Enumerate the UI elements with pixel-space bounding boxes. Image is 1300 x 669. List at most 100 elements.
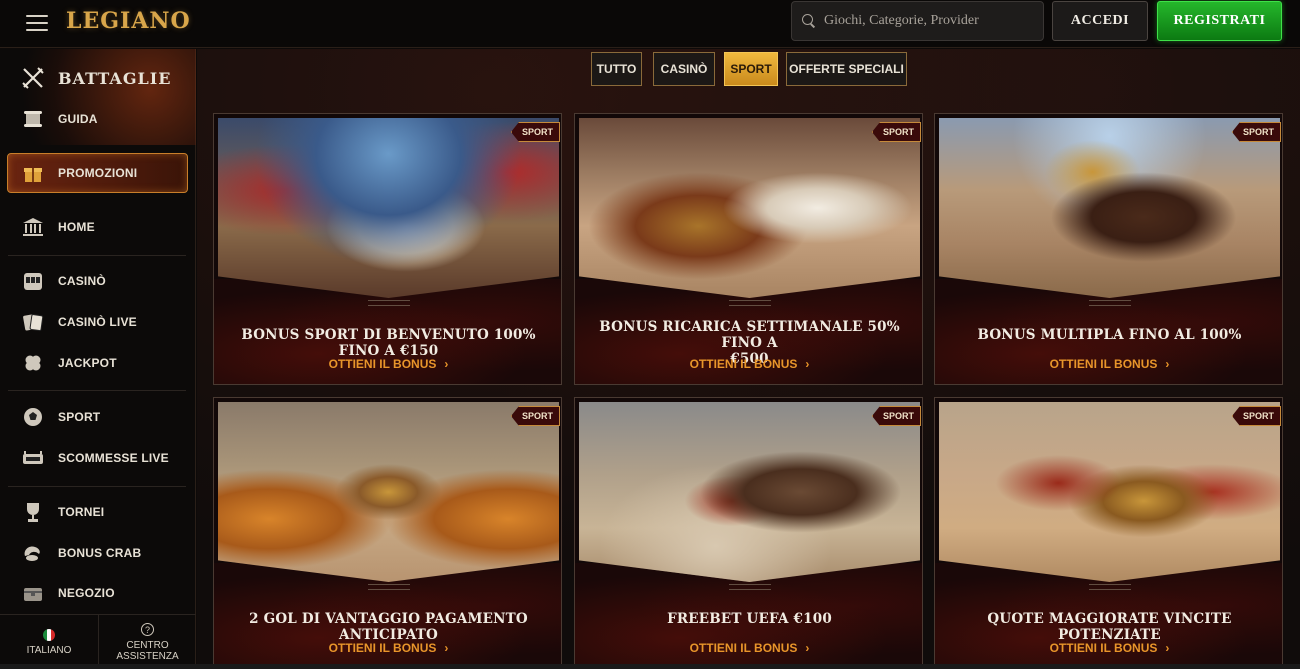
get-bonus-link[interactable]: OTTIENI IL BONUS › [935,357,1282,371]
get-bonus-link[interactable]: OTTIENI IL BONUS › [214,641,561,655]
gift-icon [20,160,46,186]
promo-image-chariot [579,402,920,582]
sidebar-item-label: PROMOZIONI [58,166,138,180]
promo-image-warrior-horse [939,118,1280,298]
sport-badge: SPORT [1231,406,1281,426]
sidebar-item-label: CASINÒ [58,274,106,288]
hamburger-menu-icon[interactable] [26,12,48,34]
sport-badge: SPORT [871,406,921,426]
italy-flag-icon [43,629,55,641]
help-center-button[interactable]: ? CENTRO ASSISTENZA [98,615,196,669]
card-ornament [729,300,771,306]
promo-card[interactable]: SPORT BONUS SPORT DI BENVENUTO 100% FINO… [213,113,562,385]
clover-icon [20,350,46,376]
language-label: ITALIANO [26,645,72,656]
bottom-scrollbar[interactable] [0,664,1300,669]
filter-sport[interactable]: SPORT [724,52,778,86]
card-ornament [1089,584,1131,590]
sidebar-item-label: TORNEI [58,505,105,519]
claw-icon [20,540,46,566]
sidebar-item-bonus-crab[interactable]: BONUS CRAB [20,540,141,566]
chevron-right-icon: › [805,357,810,371]
sidebar: BATTAGLIE GUIDA PROMOZIONI HOME CASINÒ C… [0,49,196,669]
sidebar-item-negozio[interactable]: NEGOZIO [20,580,115,606]
sidebar-item-label: HOME [58,220,95,234]
chest-icon [20,580,46,606]
promo-card[interactable]: SPORT 2 GOL DI VANTAGGIO PAGAMENTO ANTIC… [213,397,562,669]
filter-casino[interactable]: CASINÒ [653,52,715,86]
language-selector[interactable]: ITALIANO [0,615,98,669]
sidebar-item-home[interactable]: HOME [20,214,95,240]
sport-badge: SPORT [510,406,560,426]
promo-title: BONUS MULTIPLA FINO AL 100% [977,327,1242,343]
sidebar-item-tornei[interactable]: TORNEI [20,499,104,525]
promo-image-tigers [218,402,559,582]
top-header: LEGIANO ACCEDI REGISTRATI [0,0,1300,48]
chevron-right-icon: › [1165,357,1170,371]
sport-badge: SPORT [871,122,921,142]
get-bonus-link[interactable]: OTTIENI IL BONUS › [935,641,1282,655]
slot-machine-icon [20,268,46,294]
trophy-icon [20,499,46,525]
sidebar-item-label: BONUS CRAB [58,546,142,560]
promo-card[interactable]: SPORT FREEBET UEFA €100 OTTIENI IL BONUS… [574,397,923,669]
site-logo[interactable]: LEGIANO [66,8,191,34]
scroll-icon [20,106,46,132]
card-ornament [368,300,410,306]
filter-tutto[interactable]: TUTTO [591,52,642,86]
sidebar-divider [8,486,186,487]
sidebar-item-guida[interactable]: GUIDA [20,106,98,132]
help-icon: ? [141,623,154,636]
chevron-right-icon: › [805,641,810,655]
sidebar-item-sport[interactable]: SPORT [20,404,100,430]
search-input[interactable] [824,13,1034,29]
sidebar-item-scommesse-live[interactable]: SCOMMESSE LIVE [20,445,169,471]
sidebar-item-jackpot[interactable]: JACKPOT [20,350,117,376]
promo-image-emperor-horse [218,118,559,298]
sidebar-item-label: GUIDA [58,112,98,126]
card-ornament [729,584,771,590]
sidebar-divider [8,255,186,256]
promo-card[interactable]: SPORT QUOTE MAGGIORATE VINCITE POTENZIAT… [934,397,1283,669]
register-button[interactable]: REGISTRATI [1157,1,1282,41]
help-center-label: CENTRO ASSISTENZA [116,640,179,662]
get-bonus-link[interactable]: OTTIENI IL BONUS › [575,357,922,371]
promo-title: 2 GOL DI VANTAGGIO PAGAMENTO ANTICIPATO [249,611,528,643]
chevron-right-icon: › [1165,641,1170,655]
get-bonus-link[interactable]: OTTIENI IL BONUS › [575,641,922,655]
login-button[interactable]: ACCEDI [1052,1,1148,41]
sidebar-item-label: SPORT [58,410,101,424]
sport-badge: SPORT [510,122,560,142]
promo-image-crowning [579,118,920,298]
promo-title: FREEBET UEFA €100 [667,611,832,627]
sidebar-divider [8,390,186,391]
promotions-main: TUTTO CASINÒ SPORT OFFERTE SPECIALI SPOR… [197,49,1300,669]
sidebar-item-label: NEGOZIO [58,586,115,600]
get-bonus-link[interactable]: OTTIENI IL BONUS › [214,357,561,371]
chevron-right-icon: › [444,641,449,655]
chevron-right-icon: › [444,357,449,371]
promo-card[interactable]: SPORT BONUS MULTIPLA FINO AL 100% OTTIEN… [934,113,1283,385]
sidebar-item-label: JACKPOT [58,356,117,370]
sidebar-item-label: CASINÒ LIVE [58,315,137,329]
promo-card[interactable]: SPORT BONUS RICARICA SETTIMANALE 50% FIN… [574,113,923,385]
sidebar-item-label: SCOMMESSE LIVE [58,451,169,465]
search-icon [802,14,816,28]
cards-icon [20,309,46,335]
card-ornament [368,584,410,590]
filter-offerte-speciali[interactable]: OFFERTE SPECIALI [786,52,907,86]
sidebar-item-battaglie[interactable]: BATTAGLIE [20,65,171,91]
sidebar-item-label: BATTAGLIE [58,68,172,88]
promo-title: BONUS SPORT DI BENVENUTO 100% FINO A €15… [241,327,536,359]
sidebar-item-casino[interactable]: CASINÒ [20,268,106,294]
card-ornament [1089,300,1131,306]
stadium-icon [20,445,46,471]
search-box[interactable] [791,1,1044,41]
sidebar-footer: ITALIANO ? CENTRO ASSISTENZA [0,614,196,669]
crossed-swords-icon [20,65,46,91]
temple-icon [20,214,46,240]
ball-icon [20,404,46,430]
promo-image-gladiators [939,402,1280,582]
sidebar-item-promozioni[interactable]: PROMOZIONI [20,160,137,186]
sidebar-item-casino-live[interactable]: CASINÒ LIVE [20,309,137,335]
